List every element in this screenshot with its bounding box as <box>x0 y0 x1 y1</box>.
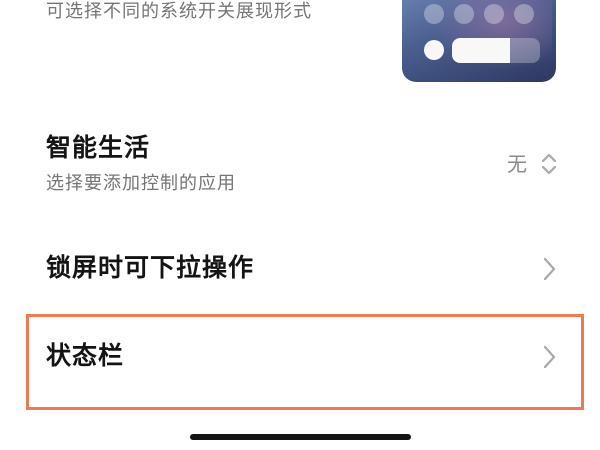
home-indicator[interactable] <box>190 434 411 440</box>
settings-item-lockscreen-pulldown[interactable]: 锁屏时可下拉操作 <box>0 230 600 310</box>
preview-toggle-dot-icon <box>484 4 504 24</box>
preview-slider-fill <box>452 38 510 63</box>
control-center-style-preview[interactable] <box>402 0 556 82</box>
chevron-up-down-icon <box>541 153 557 175</box>
chevron-right-icon <box>543 257 556 281</box>
preview-switch-icon <box>424 40 444 60</box>
lockscreen-pulldown-title: 锁屏时可下拉操作 <box>46 253 255 282</box>
settings-item-display-style[interactable]: 可选择不同的系统开关展现形式 <box>0 0 600 100</box>
preview-toggle-dot-icon <box>424 4 444 24</box>
settings-item-status-bar[interactable]: 状态栏 <box>0 316 600 406</box>
smart-life-title: 智能生活 <box>46 133 151 162</box>
settings-item-smart-life[interactable]: 智能生活 选择要添加控制的应用 无 <box>0 120 600 210</box>
preview-toggle-dot-icon <box>454 4 474 24</box>
smart-life-subtitle: 选择要添加控制的应用 <box>46 173 236 194</box>
chevron-right-icon <box>543 345 556 369</box>
preview-slider-icon <box>452 38 540 63</box>
preview-toggle-dot-icon <box>514 4 534 24</box>
smart-life-value: 无 <box>507 152 527 176</box>
status-bar-title: 状态栏 <box>46 341 125 370</box>
display-style-subtitle: 可选择不同的系统开关展现形式 <box>46 1 312 22</box>
